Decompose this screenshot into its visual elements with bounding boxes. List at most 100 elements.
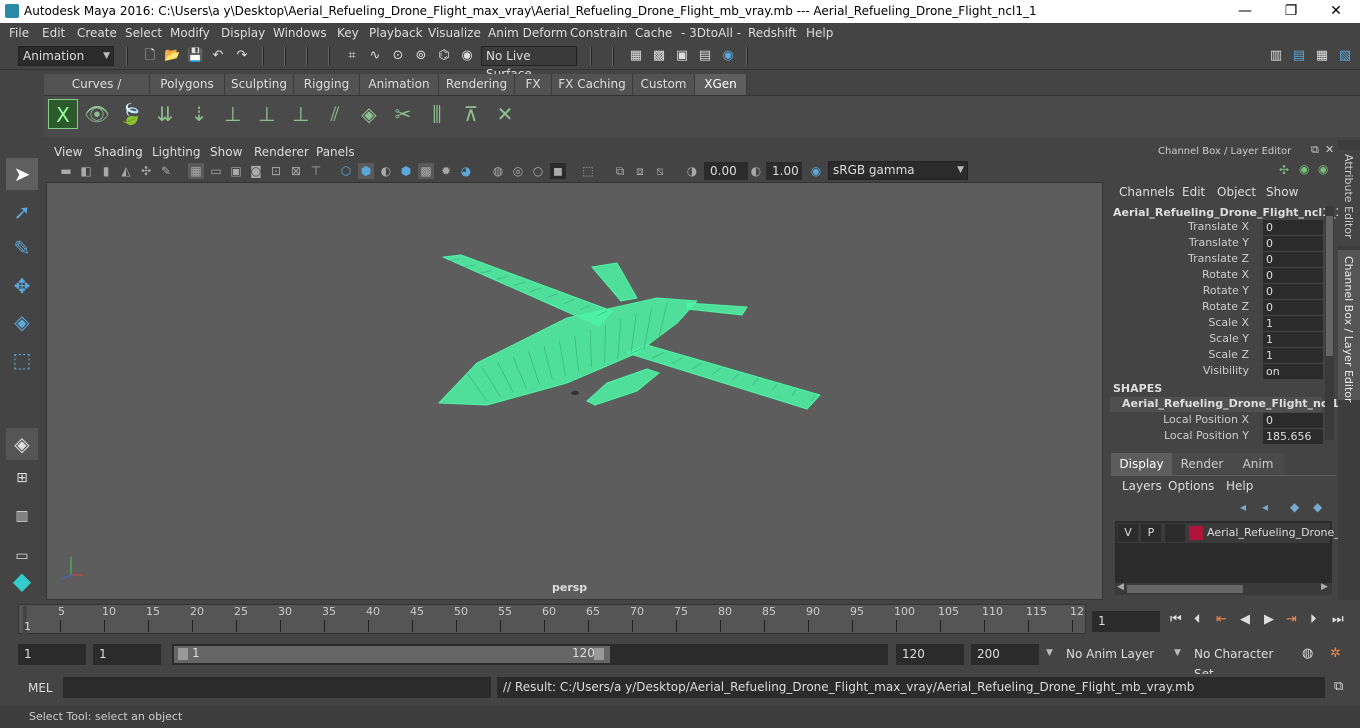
isolate-select-icon[interactable]: ⬚ [580, 163, 596, 179]
channel-value[interactable]: 185.656 [1263, 429, 1323, 444]
field-chart-icon[interactable]: ⊡ [268, 163, 284, 179]
chevron-down-icon[interactable]: ▼ [1174, 648, 1181, 658]
menu-redshift[interactable]: Redshift [748, 26, 797, 40]
mel-label[interactable]: MEL [28, 681, 53, 695]
character-set-dropdown[interactable]: No Character Set [1190, 644, 1296, 681]
shelf-tab-polygons[interactable]: Polygons [150, 74, 225, 95]
cb-menu-object[interactable]: Object [1217, 185, 1256, 199]
scrollbar-thumb[interactable] [1326, 216, 1333, 356]
xray-icon[interactable]: ▩ [418, 163, 434, 179]
bookmark-icon[interactable]: ▮ [98, 163, 114, 179]
resolution-gate-icon[interactable]: ▣ [228, 163, 244, 179]
shelf-tab-xgen[interactable]: XGen [695, 74, 747, 95]
layer-playback-toggle[interactable]: P [1141, 524, 1161, 542]
close-panel-icon[interactable]: ✕ [1325, 143, 1334, 156]
xgen-guide-view-icon[interactable]: ⊥ [252, 99, 282, 129]
channel-value[interactable]: 0 [1263, 268, 1323, 283]
image-plane-icon[interactable]: ◭ [118, 163, 134, 179]
backface-culling-icon[interactable]: ⧅ [652, 163, 668, 179]
selected-object-name[interactable]: Aerial_Refueling_Drone_Flight_ncl1_1 [1113, 206, 1343, 219]
animation-preferences-icon[interactable]: ✲ [1330, 646, 1341, 661]
range-slider-bar[interactable] [174, 646, 610, 663]
attribute-editor-toggle-icon[interactable]: ▦ [1314, 48, 1330, 64]
layer-name[interactable]: Aerial_Refueling_Drone_ [1207, 526, 1340, 539]
smooth-shade-icon[interactable]: ⬢ [358, 163, 374, 179]
move-tool-icon[interactable]: ✥ [6, 270, 38, 302]
menu-anim-deform[interactable]: Anim Deform [488, 26, 567, 40]
side-tab-channel-box[interactable]: Channel Box / Layer Editor [1338, 250, 1360, 403]
playback-start-field[interactable]: 1 [93, 644, 161, 665]
cb-menu-edit[interactable]: Edit [1182, 185, 1205, 199]
make-live-icon[interactable]: ◉ [459, 48, 475, 64]
xgen-groom-icon[interactable]: ⫼ [422, 99, 452, 129]
close-button[interactable]: ✕ [1313, 0, 1359, 23]
shape-name-row[interactable]: Aerial_Refueling_Drone_Flight_ncl1_... [1110, 397, 1357, 412]
layer-menu-help[interactable]: Help [1226, 479, 1253, 493]
ipr-icon[interactable]: ▣ [674, 48, 690, 64]
new-layer-icon[interactable]: ◆ [1290, 500, 1299, 514]
play-backwards-icon[interactable]: ◀ [1240, 612, 1250, 627]
layer-tab-anim[interactable]: Anim [1232, 453, 1284, 475]
script-editor-icon[interactable]: ⧉ [1334, 679, 1343, 694]
xgen-place-guides-icon[interactable]: ⇣ [184, 99, 214, 129]
scroll-left-icon[interactable]: ◀ [1117, 582, 1124, 592]
xgen-guide-length-icon[interactable]: ⊼ [456, 99, 486, 129]
channel-value[interactable]: 1 [1263, 316, 1323, 331]
range-slider[interactable]: 1 120 [172, 644, 888, 665]
scale-tool-icon[interactable]: ⬚ [6, 344, 38, 376]
snap-surface-icon[interactable]: ⌬ [436, 48, 452, 64]
color-management-icon[interactable]: ◉ [808, 163, 824, 179]
minimize-button[interactable]: — [1222, 0, 1268, 23]
gate-mask-icon[interactable]: ◙ [248, 163, 264, 179]
save-scene-icon[interactable]: 💾 [187, 48, 203, 64]
viewport-menu-shading[interactable]: Shading [94, 145, 143, 159]
two-view-layout-icon[interactable]: ▥ [6, 500, 38, 532]
channel-row[interactable]: Translate Y 0 [1113, 236, 1323, 252]
step-back-key-icon[interactable]: ⇤ [1216, 612, 1227, 627]
channel-row[interactable]: Visibility on [1113, 364, 1323, 380]
animation-end-field[interactable]: 200 [971, 644, 1039, 665]
undo-icon[interactable]: ↶ [210, 48, 226, 64]
camera-icon[interactable]: ▬ [58, 163, 74, 179]
xgen-guide-lock-icon[interactable]: ⊥ [286, 99, 316, 129]
cb-menu-channels[interactable]: Channels [1119, 185, 1175, 199]
menu-visualize[interactable]: Visualize [428, 26, 481, 40]
channel-value[interactable]: 0 [1263, 413, 1323, 428]
scroll-right-icon[interactable]: ▶ [1321, 582, 1328, 592]
wireframe-icon[interactable]: ⬡ [338, 163, 354, 179]
shadows-icon[interactable]: ◕ [458, 163, 474, 179]
gamma-field[interactable]: 1.00 [766, 162, 802, 180]
viewport-menu-show[interactable]: Show [210, 145, 242, 159]
viewport-menu-view[interactable]: View [54, 145, 82, 159]
rotate-tool-icon[interactable]: ◈ [6, 306, 38, 338]
open-scene-icon[interactable]: 📂 [164, 48, 180, 64]
2d-pan-zoom-icon[interactable]: ✣ [138, 163, 154, 179]
xgen-sculpt-guides-icon[interactable]: ⫽ [320, 99, 350, 129]
shelf-tab-fx-caching[interactable]: FX Caching [552, 74, 633, 95]
viewport-menu-lighting[interactable]: Lighting [152, 145, 201, 159]
side-tab-attribute-editor[interactable]: Attribute Editor [1338, 150, 1360, 246]
select-tool-icon[interactable]: ➤ [6, 158, 38, 190]
channel-value[interactable]: 1 [1263, 348, 1323, 363]
xgen-add-guides-icon[interactable]: ⇊ [150, 99, 180, 129]
layer-display-type[interactable] [1165, 524, 1185, 542]
xray-active-icon[interactable]: ⧈ [632, 163, 648, 179]
channel-speed-icon[interactable]: ◉ [1299, 162, 1309, 176]
play-forwards-icon[interactable]: ▶ [1264, 612, 1274, 627]
menu-key[interactable]: Key [337, 26, 359, 40]
layer-row[interactable]: V P Aerial_Refueling_Drone_ [1117, 523, 1340, 543]
xgen-delete-guides-icon[interactable]: ✕ [490, 99, 520, 129]
render-settings-icon[interactable]: ▤ [697, 48, 713, 64]
shelf-tab-rendering[interactable]: Rendering [439, 74, 515, 95]
layer-menu-layers[interactable]: Layers [1122, 479, 1162, 493]
go-to-end-icon[interactable]: ⏭ [1332, 612, 1344, 627]
grease-pencil-icon[interactable]: ✎ [158, 163, 174, 179]
hypershade-icon[interactable]: ◉ [720, 48, 736, 64]
shelf-tab-animation[interactable]: Animation [360, 74, 439, 95]
channel-value[interactable]: on [1263, 364, 1323, 379]
wireframe-on-shaded-icon[interactable]: ◐ [378, 163, 394, 179]
xgen-leaf-icon[interactable]: 🍃 [116, 99, 146, 129]
live-surface-field[interactable]: No Live Surface [481, 46, 577, 81]
lasso-tool-icon[interactable]: ➚ [6, 196, 38, 228]
exposure-field[interactable]: 0.00 [704, 162, 748, 180]
